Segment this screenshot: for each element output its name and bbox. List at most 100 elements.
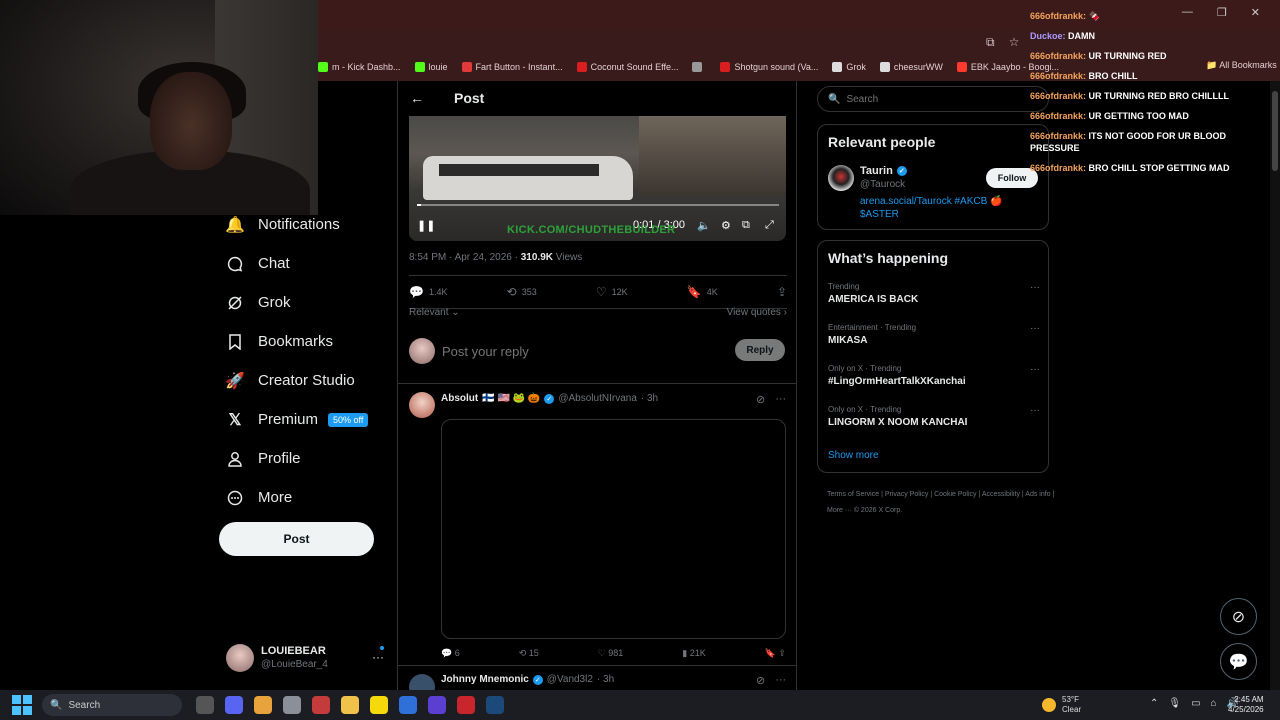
monitor-icon[interactable]: ▭	[1191, 698, 1200, 709]
bookmark-item[interactable]: Coconut Sound Effe...	[576, 62, 678, 72]
settings-gear-icon[interactable]: ⚙	[721, 219, 731, 232]
chat-floating-button[interactable]: 💬	[1220, 643, 1257, 680]
discord-icon[interactable]	[225, 696, 243, 714]
search-input[interactable]	[846, 93, 1027, 105]
avatar	[409, 338, 435, 364]
grok-icon[interactable]: ⊘	[756, 674, 765, 687]
bookmark-action[interactable]: 🔖 4K	[687, 285, 718, 299]
bookmarks-bar: m - Kick Dashb... louie Fart Button - Inst…	[318, 57, 1059, 77]
reply-author-handle: @AbsolutNIrvana	[558, 393, 637, 404]
sidebar-item-premium[interactable]: 𝕏 Premium 50% off	[218, 400, 378, 439]
reply-time: · 3h	[596, 674, 615, 685]
reply-author-emojis: 🇫🇮 🇺🇸 🐸 🎃	[482, 393, 541, 404]
video-player[interactable]: ❚❚ 0:01 / 3:00 🔈 ⚙ ⧉ ⤢ KICK.COM/CHUDTHEB…	[409, 116, 786, 241]
pip-icon[interactable]: ⧉	[742, 219, 750, 232]
chrome-icon[interactable]	[254, 696, 272, 714]
bookmark-item[interactable]: Shotgun sound (Va...	[720, 62, 818, 72]
reply-input[interactable]	[442, 344, 692, 359]
star-icon[interactable]: ☆	[1009, 35, 1020, 50]
calculator-icon[interactable]	[399, 696, 417, 714]
trend-item[interactable]: Only on X · Trending LINGORM X NOOM KANCH…	[828, 405, 1040, 428]
sidebar-item-more[interactable]: More	[218, 478, 378, 517]
more-icon[interactable]: ···	[1030, 282, 1040, 293]
bookmark-item[interactable]	[692, 62, 706, 72]
search-bar[interactable]: 🔍	[817, 86, 1049, 112]
bookmark-label: Fart Button - Instant...	[475, 62, 563, 72]
notes-icon[interactable]	[370, 696, 388, 714]
trend-item[interactable]: Entertainment · Trending MIKASA ···	[828, 323, 1040, 346]
pause-icon[interactable]: ❚❚	[417, 219, 435, 232]
more-icon[interactable]: ···	[775, 393, 786, 406]
more-icon[interactable]: ···	[1030, 364, 1040, 375]
sidebar-item-label: Creator Studio	[258, 372, 355, 389]
share-action[interactable]: ⇪	[777, 285, 787, 299]
sidebar-item-bookmarks[interactable]: Bookmarks	[218, 322, 378, 361]
scrollbar[interactable]	[1270, 81, 1280, 690]
clock[interactable]: 2:45 AM 4/25/2026	[1228, 695, 1264, 715]
trend-item[interactable]: Only on X · Trending #LingOrmHeartTalkXKa…	[828, 364, 1040, 387]
post-button[interactable]: Post	[219, 522, 374, 556]
fullscreen-icon[interactable]: ⤢	[765, 219, 774, 232]
settings-gear-icon[interactable]	[283, 696, 301, 714]
sidebar-item-grok[interactable]: Grok	[218, 283, 378, 322]
microphone-icon[interactable]: 🎙	[1168, 698, 1181, 709]
shield-icon[interactable]	[457, 696, 475, 714]
bookmark-item[interactable]: cheesurWW	[879, 62, 943, 72]
obs-icon[interactable]	[312, 696, 330, 714]
reply-button[interactable]: Reply	[735, 339, 785, 361]
reply-post[interactable]: Absolut 🇫🇮 🇺🇸 🐸 🎃 ✓ @AbsolutNIrvana · 3h…	[398, 386, 796, 666]
volume-icon[interactable]: 🔈	[697, 219, 711, 232]
account-switcher[interactable]: LOUIEBEAR @LouieBear_4	[226, 644, 328, 672]
weather-widget[interactable]: 53°F Clear	[1042, 695, 1081, 715]
sort-dropdown[interactable]: Relevant ⌄	[409, 307, 460, 318]
search-icon: 🔍	[828, 93, 841, 105]
clock-time: 2:45 AM	[1234, 695, 1264, 704]
bookmark-action[interactable]: 🔖 ⇪	[765, 648, 786, 659]
scrollbar-thumb[interactable]	[1272, 91, 1278, 171]
reply-post[interactable]: Johnny Mnemonic ✓ @Vand3l2 · 3h ⊘ ···	[398, 668, 796, 690]
install-app-icon[interactable]: ⧉	[986, 35, 995, 50]
relevant-people-card: Relevant people Taurin ✓ @Taurock arena.s…	[817, 124, 1049, 230]
grok-floating-button[interactable]: ⊘	[1220, 598, 1257, 635]
sidebar-item-notifications[interactable]: 🔔 Notifications	[218, 205, 378, 244]
windows-start-icon[interactable]	[12, 695, 32, 715]
reply-action[interactable]: 💬 1.4K	[409, 285, 447, 299]
folder-icon[interactable]	[341, 696, 359, 714]
more-icon[interactable]: ···	[372, 650, 384, 664]
trend-category: Entertainment · Trending	[828, 323, 917, 332]
network-icon[interactable]: ⌂	[1211, 698, 1217, 709]
sidebar-item-profile[interactable]: Profile	[218, 439, 378, 478]
reply-top-actions: ⊘ ···	[756, 393, 786, 406]
sidebar-item-creator-studio[interactable]: 🚀 Creator Studio	[218, 361, 378, 400]
task-view-icon[interactable]	[196, 696, 214, 714]
repost-action[interactable]: ⟲ 15	[519, 648, 539, 659]
more-icon[interactable]: ···	[1030, 405, 1040, 416]
grok-icon[interactable]: ⊘	[756, 393, 765, 406]
chat-username: 666ofdrankk:	[1030, 163, 1087, 173]
bookmark-item[interactable]: Grok	[832, 62, 866, 72]
repost-action[interactable]: ⟲ 353	[507, 285, 537, 299]
like-action[interactable]: ♡ 12K	[596, 285, 628, 299]
footer-links[interactable]: Terms of Service | Privacy Policy | Cook…	[827, 487, 1057, 519]
sidebar-item-chat[interactable]: Chat	[218, 244, 378, 283]
chevron-up-icon[interactable]: ⌃	[1150, 698, 1158, 709]
views-action[interactable]: ▮ 21K	[682, 648, 705, 659]
back-arrow-icon[interactable]: ←	[410, 90, 424, 106]
view-quotes-link[interactable]: View quotes ›	[727, 307, 787, 318]
bookmark-item[interactable]: m - Kick Dashb...	[318, 62, 401, 72]
more-icon[interactable]: ···	[775, 674, 786, 687]
reply-media[interactable]	[441, 419, 786, 639]
show-more-link[interactable]: Show more	[828, 450, 879, 461]
more-icon[interactable]: ···	[1030, 323, 1040, 334]
like-action[interactable]: ♡ 981	[598, 648, 624, 659]
reply-action[interactable]: 💬 6	[441, 648, 460, 659]
app-circle-icon[interactable]	[428, 696, 446, 714]
bookmark-item[interactable]: louie	[414, 62, 448, 72]
sidebar-item-label: More	[258, 489, 293, 506]
steam-icon[interactable]	[486, 696, 504, 714]
video-progress-bar[interactable]	[417, 204, 779, 206]
taskbar-search[interactable]: 🔍 Search	[42, 694, 182, 716]
trend-item[interactable]: Trending AMERICA IS BACK ···	[828, 282, 1040, 305]
video-frame-van	[423, 156, 633, 200]
bookmark-item[interactable]: Fart Button - Instant...	[461, 62, 563, 72]
